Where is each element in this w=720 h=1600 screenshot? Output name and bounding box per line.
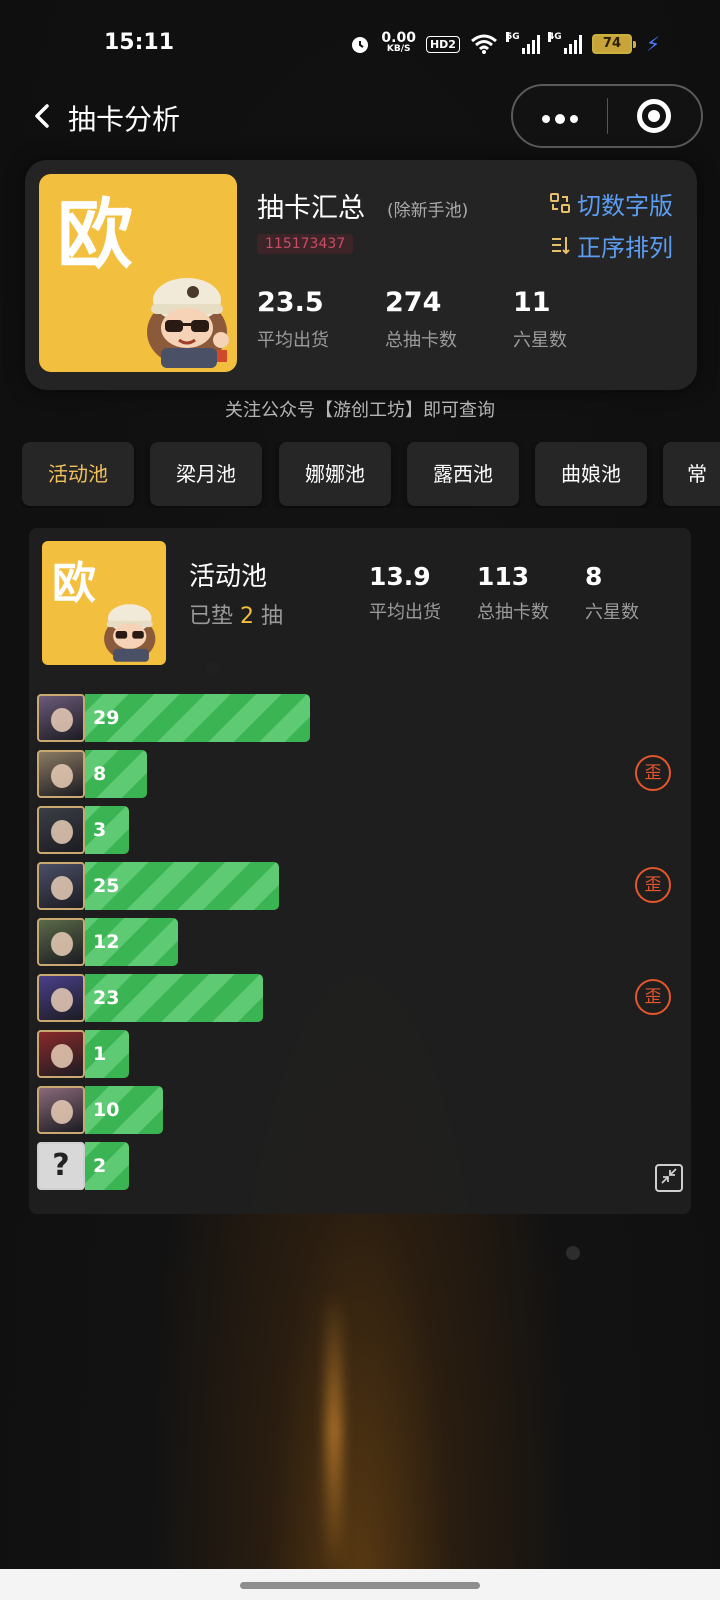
home-indicator[interactable] <box>240 1582 480 1589</box>
pull-count-label: 1 <box>93 1043 107 1065</box>
pull-record-row: 25 歪 <box>37 858 687 914</box>
pool-detail-card: 欧 活动池 已垫 2 抽 13.9 平均出货 113 总抽卡数 8 六星数 29… <box>29 528 691 1214</box>
off-banner-badge: 歪 <box>635 979 671 1015</box>
net-speed: 0.00 KB/S <box>381 30 416 54</box>
collapse-icon <box>661 1168 677 1184</box>
character-portrait-icon <box>37 862 85 910</box>
pull-record-row: ? 2 <box>37 1138 687 1194</box>
character-portrait-icon <box>37 694 85 742</box>
signal-4g-icon: 4G <box>547 32 582 54</box>
pool-name: 活动池 <box>189 562 268 592</box>
sort-icon <box>552 237 570 255</box>
pull-record-row: 1 <box>37 1026 687 1082</box>
chibi-mascot-icon <box>147 278 229 368</box>
pull-count-bar <box>85 806 129 854</box>
pull-count-label: 2 <box>93 1155 107 1177</box>
summary-title: 抽卡汇总 <box>257 193 365 224</box>
swap-icon <box>550 193 570 213</box>
tab-lucy-pool[interactable]: 露西池 <box>407 442 519 506</box>
pool-stat-six-star-count: 8 六星数 <box>585 562 639 623</box>
battery-icon: 74 <box>591 34 636 54</box>
luck-badge: 欧 <box>57 190 133 279</box>
user-id-badge: 115173437 <box>257 234 354 254</box>
chibi-mascot-icon <box>104 604 156 662</box>
alarm-icon <box>352 37 369 53</box>
pull-count-label: 8 <box>93 763 107 785</box>
pull-record-row: 29 <box>37 690 687 746</box>
pull-record-row: 8歪 <box>37 746 687 802</box>
character-portrait-icon <box>37 974 85 1022</box>
tab-liangyue-pool[interactable]: 梁月池 <box>150 442 262 506</box>
pull-record-row: 23 歪 <box>37 970 687 1026</box>
character-portrait-icon <box>37 1086 85 1134</box>
unknown-character-icon: ? <box>37 1142 85 1190</box>
hd-icon: HD2 <box>425 35 460 53</box>
status-bar: 15:11 0.00 KB/S HD2 5G 4G 74 ⚡ <box>0 0 720 88</box>
page-title: 抽卡分析 <box>68 103 181 136</box>
mini-program-capsule <box>511 84 703 148</box>
target-circle-icon <box>637 99 672 133</box>
character-portrait-icon <box>37 918 85 966</box>
tab-nana-pool[interactable]: 娜娜池 <box>279 442 391 506</box>
back-icon[interactable] <box>32 96 52 147</box>
status-icons: 0.00 KB/S HD2 5G 4G 74 ⚡ <box>349 30 660 56</box>
character-portrait-icon <box>37 1030 85 1078</box>
stat-six-star-count: 11 六星数 <box>513 287 567 351</box>
character-portrait-icon <box>37 750 85 798</box>
pull-record-row: 12 <box>37 914 687 970</box>
status-time: 15:11 <box>104 30 175 55</box>
pull-history-bars: 29 8 歪 3 25 歪 12 23 歪 1 10? 2 <box>37 690 687 1194</box>
pool-tabs: 活动池 梁月池 娜娜池 露西池 曲娘池 常 <box>22 442 720 508</box>
off-banner-badge: 歪 <box>635 755 671 791</box>
pool-stats: 13.9 平均出货 113 总抽卡数 8 六星数 <box>369 562 693 624</box>
toggle-number-view-button[interactable]: 切数字版 <box>549 182 673 224</box>
character-portrait-icon <box>37 806 85 854</box>
pity-counter: 已垫 2 抽 <box>189 604 284 629</box>
summary-actions: 切数字版 正序排列 <box>549 182 673 266</box>
collapse-button[interactable] <box>655 1164 683 1192</box>
stat-total-pulls: 274 总抽卡数 <box>385 287 457 351</box>
pull-count-label: 23 <box>93 987 120 1009</box>
background-glow <box>326 1290 342 1570</box>
pool-luck-badge: 欧 <box>52 558 96 609</box>
charging-icon: ⚡ <box>645 32 660 56</box>
more-button[interactable] <box>513 86 607 146</box>
follow-hint: 关注公众号【游创工坊】即可查询 <box>225 400 495 421</box>
tab-quniang-pool[interactable]: 曲娘池 <box>535 442 647 506</box>
summary-card: 欧 抽卡汇总 (除新手池) 115173437 23.5 平均出货 274 总抽… <box>25 160 697 390</box>
pull-count-bar <box>85 1030 129 1078</box>
pull-count-label: 10 <box>93 1099 120 1121</box>
stat-average: 23.5 平均出货 <box>257 287 329 351</box>
pull-count-label: 12 <box>93 931 120 953</box>
luck-avatar: 欧 <box>39 174 237 372</box>
pull-record-row: 3 <box>37 802 687 858</box>
pool-stat-total-pulls: 113 总抽卡数 <box>477 562 549 623</box>
pull-count-label: 3 <box>93 819 107 841</box>
pool-luck-avatar: 欧 <box>42 541 166 665</box>
nav-bar: 抽卡分析 <box>0 84 720 148</box>
more-dots-icon <box>541 114 578 124</box>
sort-order-button[interactable]: 正序排列 <box>549 224 673 266</box>
pull-record-row: 10 <box>37 1082 687 1138</box>
summary-subtitle: (除新手池) <box>387 201 469 221</box>
tab-event-pool[interactable]: 活动池 <box>22 442 134 506</box>
summary-stats: 23.5 平均出货 274 总抽卡数 11 六星数 <box>257 286 641 352</box>
tab-standard-pool[interactable]: 常 <box>663 442 720 506</box>
pull-count-bar <box>85 1142 129 1190</box>
pull-count-label: 25 <box>93 875 120 897</box>
pool-stat-average: 13.9 平均出货 <box>369 562 441 623</box>
off-banner-badge: 歪 <box>635 867 671 903</box>
signal-5g-icon: 5G <box>505 32 540 54</box>
close-button[interactable] <box>608 99 702 133</box>
pull-count-label: 29 <box>93 707 120 729</box>
wifi-icon <box>470 34 497 54</box>
background-decoration <box>566 1246 580 1260</box>
